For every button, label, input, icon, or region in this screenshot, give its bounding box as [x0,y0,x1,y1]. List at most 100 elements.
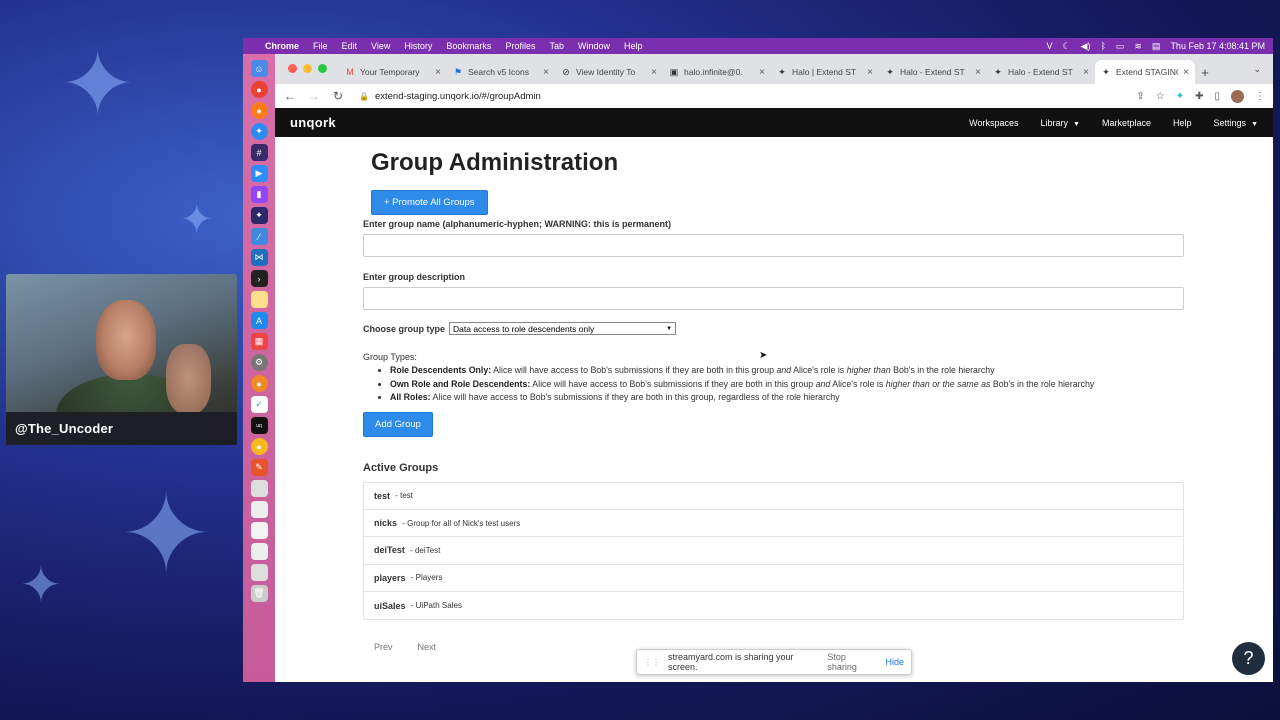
notes-icon[interactable] [250,291,268,308]
tab-extend-staging[interactable]: ✦ Extend STAGING × [1095,60,1195,84]
clock-text[interactable]: Thu Feb 17 4:08:41 PM [1170,41,1265,51]
group-type-select[interactable]: Data access to role descendents only ▼ [449,322,677,335]
menu-file[interactable]: File [313,41,328,51]
unqork-dock-icon[interactable]: uq [250,417,268,434]
firefox-icon[interactable]: ● [250,102,268,119]
more-menu-icon[interactable]: ⋮ [1255,91,1265,102]
close-tab-icon[interactable]: × [1083,67,1089,78]
wifi-icon[interactable]: ≋ [1134,41,1142,52]
slack-icon[interactable]: # [250,144,268,161]
control-center-icon[interactable]: ▤ [1152,41,1161,52]
menu-bookmarks[interactable]: Bookmarks [446,41,491,51]
bluetooth-icon[interactable]: ᛒ [1100,41,1105,51]
nav-library[interactable]: Library ▼ [1041,118,1080,128]
tab-identity[interactable]: ⊘ View Identity To × [555,60,663,84]
doc-icon[interactable] [250,501,268,518]
tab-gmail[interactable]: M Your Temporary × [339,60,447,84]
app-store-icon[interactable]: A [250,312,268,329]
app-check-icon[interactable]: ✓ [250,396,268,413]
minimize-window-button[interactable] [303,64,312,73]
tab-halo-extend-2[interactable]: ✦ Halo - Extend ST × [879,60,987,84]
close-tab-icon[interactable]: × [759,67,765,78]
window-icon[interactable] [250,543,268,560]
settings-icon[interactable]: ⚙ [250,354,268,371]
close-tab-icon[interactable]: × [867,67,873,78]
app-feather-icon[interactable]: ⁄ [250,228,268,245]
moon-icon[interactable]: ☾ [1062,41,1070,52]
profile-avatar[interactable] [1231,89,1244,103]
menu-history[interactable]: History [404,41,432,51]
extension-spark-icon[interactable]: ✦ [1176,91,1184,102]
drag-handle-icon[interactable]: ⋮⋮ [644,658,660,667]
next-page-button[interactable]: Next [418,642,437,652]
window-icon[interactable] [250,564,268,581]
trash-icon[interactable]: 🗑 [250,585,268,602]
menu-window[interactable]: Window [578,41,610,51]
app-orange-icon[interactable]: ● [250,375,268,392]
stop-sharing-button[interactable]: Stop sharing [821,649,877,675]
terminal-icon[interactable]: › [250,270,268,287]
share-icon[interactable]: ⇪ [1136,91,1144,102]
preview-icon[interactable] [250,480,268,497]
app-pen-icon[interactable]: ✎ [250,459,268,476]
nav-settings[interactable]: Settings ▼ [1214,118,1258,128]
menu-profiles[interactable]: Profiles [505,41,535,51]
close-tab-icon[interactable]: × [435,67,441,78]
nav-help[interactable]: Help [1173,118,1192,128]
menu-help[interactable]: Help [624,41,643,51]
twitch-icon[interactable]: ▮ [250,186,268,203]
lock-icon[interactable]: 🔒 [359,92,369,101]
url-text[interactable]: extend-staging.unqork.io/#/groupAdmin [375,91,541,102]
app-star-icon[interactable]: ✦ [250,207,268,224]
bookmark-star-icon[interactable]: ☆ [1156,91,1165,102]
list-item[interactable]: nicks - Group for all of Nick's test use… [364,510,1183,538]
tab-halo-extend-1[interactable]: ✦ Halo | Extend ST × [771,60,879,84]
menu-edit[interactable]: Edit [342,41,358,51]
close-window-button[interactable] [288,64,297,73]
close-tab-icon[interactable]: × [543,67,549,78]
list-item[interactable]: uiSales - UiPath Sales [364,592,1183,619]
hide-button[interactable]: Hide [885,657,904,667]
chevron-down-icon[interactable]: ⌄ [1253,64,1261,75]
add-group-button[interactable]: Add Group [363,411,433,437]
launchpad-icon[interactable]: ▦ [250,333,268,350]
vscode-icon[interactable]: ⋈ [250,249,268,266]
window-icon[interactable] [250,522,268,539]
forward-arrow-icon[interactable]: → [307,89,321,103]
chrome-icon[interactable]: ● [250,81,268,98]
finder-icon[interactable]: ☺ [250,60,268,77]
volume-icon[interactable]: ◀) [1081,41,1091,52]
nav-marketplace[interactable]: Marketplace [1102,118,1151,128]
maximize-window-button[interactable] [318,64,327,73]
nav-workspaces[interactable]: Workspaces [969,118,1018,128]
battery-icon[interactable]: ▭ [1116,41,1125,52]
safari-icon[interactable]: ✦ [250,123,268,140]
list-item[interactable]: deiTest - deiTest [364,537,1183,565]
zoom-icon[interactable]: ▶ [250,165,268,182]
app-yellow-icon[interactable]: ● [250,438,268,455]
menu-view[interactable]: View [371,41,390,51]
menu-tab[interactable]: Tab [549,41,564,51]
list-item[interactable]: players - Players [364,565,1183,593]
close-tab-icon[interactable]: × [1183,67,1189,78]
tab-halo-infinite[interactable]: ▣ halo.infinite@0. × [663,60,771,84]
prev-page-button[interactable]: Prev [374,642,393,652]
tab-search-icons[interactable]: ⚑ Search v5 Icons × [447,60,555,84]
list-item[interactable]: test - test [364,483,1183,510]
address-bar[interactable]: 🔒 extend-staging.unqork.io/#/groupAdmin [359,91,541,102]
unqork-logo[interactable]: unqork [290,115,336,130]
extensions-puzzle-icon[interactable]: ✚ [1195,91,1203,102]
close-tab-icon[interactable]: × [975,67,981,78]
reload-icon[interactable]: ↻ [331,89,345,103]
group-name-input[interactable] [363,234,1184,257]
tab-halo-extend-3[interactable]: ✦ Halo - Extend ST × [987,60,1095,84]
close-tab-icon[interactable]: × [651,67,657,78]
promote-all-groups-button[interactable]: + Promote All Groups [371,190,488,215]
status-v-icon[interactable]: V [1046,41,1052,51]
menu-app-name[interactable]: Chrome [265,41,299,51]
back-arrow-icon[interactable]: ← [283,89,297,103]
new-tab-button[interactable]: + [1195,60,1215,84]
sidebar-icon[interactable]: ▯ [1214,91,1220,102]
group-description-input[interactable] [363,287,1184,310]
help-fab-button[interactable]: ? [1232,642,1265,675]
